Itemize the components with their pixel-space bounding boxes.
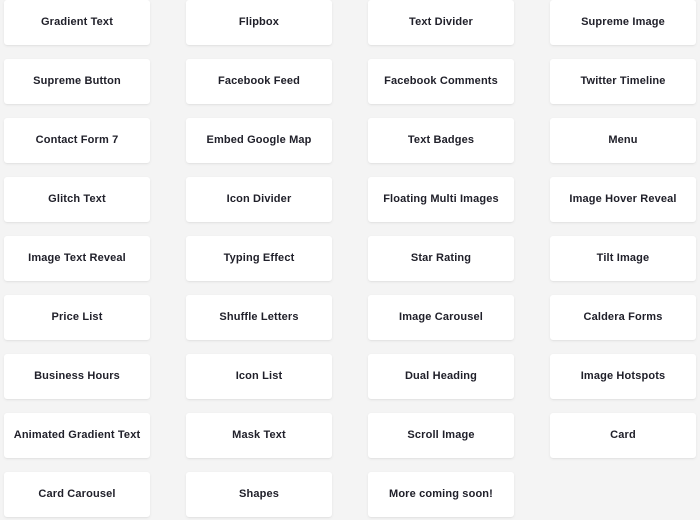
widget-card-label: Contact Form 7 <box>35 133 119 146</box>
widget-card-label: Typing Effect <box>223 251 295 264</box>
widget-card-label: Animated Gradient Text <box>13 428 141 441</box>
widget-card[interactable]: Floating Multi Images <box>368 177 514 222</box>
widget-card-label: Mask Text <box>232 428 286 441</box>
widget-card[interactable]: Supreme Button <box>4 59 150 104</box>
widget-card[interactable]: Icon List <box>186 354 332 399</box>
widget-card-label: Text Badges <box>407 133 475 146</box>
widget-card[interactable]: Tilt Image <box>550 236 696 281</box>
widget-card-label: Tilt Image <box>596 251 650 264</box>
widget-card-label: Star Rating <box>410 251 472 264</box>
widget-card[interactable]: Image Carousel <box>368 295 514 340</box>
widget-card[interactable]: Card <box>550 413 696 458</box>
widget-card-label: More coming soon! <box>389 487 493 500</box>
widget-card[interactable]: Dual Heading <box>368 354 514 399</box>
widget-card-label: Card <box>610 428 636 441</box>
widget-card[interactable]: Shuffle Letters <box>186 295 332 340</box>
widget-card-label: Icon List <box>235 369 283 382</box>
widget-card-label: Image Carousel <box>398 310 484 323</box>
widget-card-label: Business Hours <box>34 369 120 382</box>
widget-card[interactable]: Text Badges <box>368 118 514 163</box>
widget-card[interactable]: Scroll Image <box>368 413 514 458</box>
widget-card[interactable]: Menu <box>550 118 696 163</box>
widget-card[interactable]: Card Carousel <box>4 472 150 517</box>
widget-card-label: Facebook Feed <box>217 74 301 87</box>
widget-card[interactable]: Star Rating <box>368 236 514 281</box>
widget-card-label: Caldera Forms <box>583 310 663 323</box>
widget-card[interactable]: Contact Form 7 <box>4 118 150 163</box>
widget-card-label: Card Carousel <box>38 487 116 500</box>
widget-card-label: Glitch Text <box>48 192 106 205</box>
widget-card[interactable]: Twitter Timeline <box>550 59 696 104</box>
widget-card-label: Scroll Image <box>407 428 475 441</box>
widget-card-label: Shapes <box>238 487 280 500</box>
widget-card[interactable]: Shapes <box>186 472 332 517</box>
widget-card[interactable]: Business Hours <box>4 354 150 399</box>
widget-card-label: Floating Multi Images <box>383 192 499 205</box>
widget-card-label: Image Hover Reveal <box>569 192 677 205</box>
widget-card[interactable]: Flipbox <box>186 0 332 45</box>
widget-card-label: Flipbox <box>238 15 280 28</box>
widget-card-label: Supreme Button <box>33 74 121 87</box>
widget-card-empty-slot <box>550 472 696 517</box>
widget-card-label: Facebook Comments <box>384 74 498 87</box>
widget-card[interactable]: Image Hover Reveal <box>550 177 696 222</box>
widget-card[interactable]: More coming soon! <box>368 472 514 517</box>
widget-card[interactable]: Caldera Forms <box>550 295 696 340</box>
widget-card[interactable]: Mask Text <box>186 413 332 458</box>
widget-card-grid: Gradient Text Flipbox Text Divider Supreme … <box>0 0 700 517</box>
widget-card[interactable]: Typing Effect <box>186 236 332 281</box>
widget-card-label: Menu <box>608 133 638 146</box>
widget-card[interactable]: Image Text Reveal <box>4 236 150 281</box>
widget-card-label: Shuffle Letters <box>219 310 299 323</box>
widget-card[interactable]: Facebook Comments <box>368 59 514 104</box>
widget-card[interactable]: Facebook Feed <box>186 59 332 104</box>
widget-card[interactable]: Animated Gradient Text <box>4 413 150 458</box>
widget-card[interactable]: Image Hotspots <box>550 354 696 399</box>
widget-card[interactable]: Price List <box>4 295 150 340</box>
widget-card[interactable]: Supreme Image <box>550 0 696 45</box>
widget-card-label: Embed Google Map <box>206 133 312 146</box>
widget-card-label: Supreme Image <box>581 15 665 28</box>
widget-card-label: Text Divider <box>409 15 473 28</box>
widget-card[interactable]: Text Divider <box>368 0 514 45</box>
widget-card-label: Image Text Reveal <box>28 251 126 264</box>
widget-card[interactable]: Embed Google Map <box>186 118 332 163</box>
widget-card-label: Twitter Timeline <box>580 74 666 87</box>
widget-card[interactable]: Glitch Text <box>4 177 150 222</box>
widget-card[interactable]: Gradient Text <box>4 0 150 45</box>
widget-card-label: Icon Divider <box>226 192 292 205</box>
widget-card-label: Gradient Text <box>40 15 114 28</box>
widget-card[interactable]: Icon Divider <box>186 177 332 222</box>
widget-card-label: Image Hotspots <box>580 369 666 382</box>
widget-card-label: Dual Heading <box>404 369 478 382</box>
widget-card-label: Price List <box>51 310 103 323</box>
